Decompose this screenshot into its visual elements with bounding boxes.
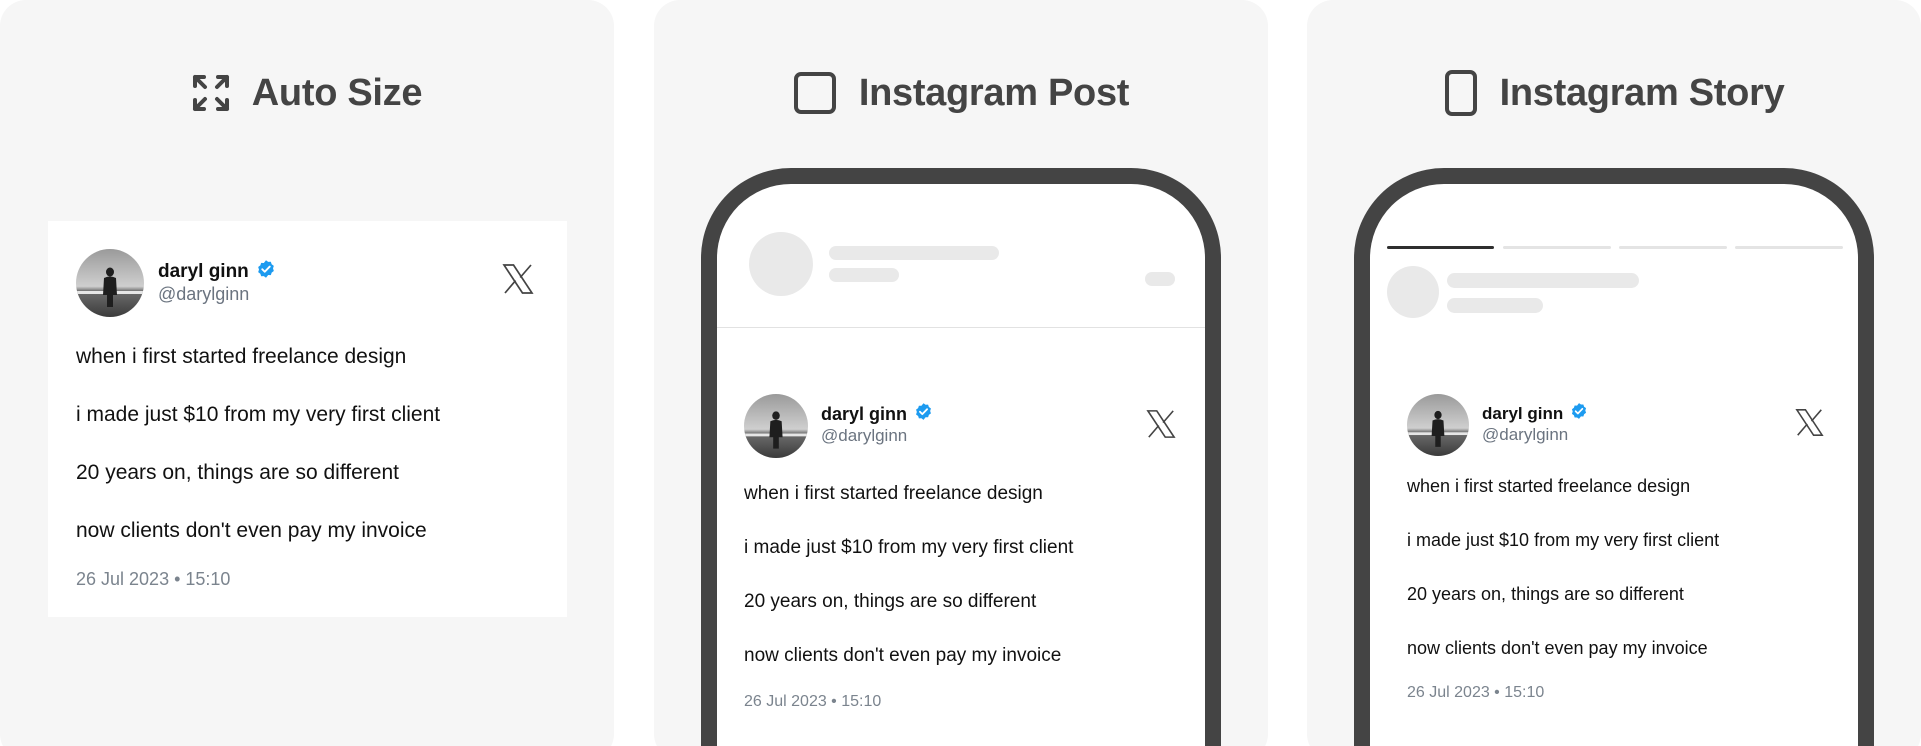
author-handle: @darylginn bbox=[1482, 425, 1569, 444]
phone-outline-icon bbox=[1444, 69, 1478, 117]
author-name: daryl ginn bbox=[821, 403, 908, 424]
tweet-line: i made just $10 from my very first clien… bbox=[1407, 530, 1720, 550]
tweet-line: 20 years on, things are so different bbox=[76, 461, 399, 484]
panel-title-instagram-post: Instagram Post bbox=[654, 66, 1268, 120]
panel-title-instagram-story: Instagram Story bbox=[1307, 66, 1921, 120]
verified-badge-icon bbox=[1570, 402, 1588, 425]
instagram-story-panel[interactable]: Instagram Story daryl ginn @darylginn wh… bbox=[1307, 0, 1921, 746]
tweet-timestamp: 26 Jul 2023 • 15:10 bbox=[1407, 684, 1545, 701]
tweet-line: 20 years on, things are so different bbox=[744, 591, 1037, 612]
tweet-line: when i first started freelance design bbox=[76, 345, 407, 368]
tweet-line: when i first started freelance design bbox=[744, 483, 1043, 504]
skeleton-avatar bbox=[749, 232, 813, 296]
story-progress-segment bbox=[1387, 246, 1494, 249]
skeleton-line bbox=[1447, 273, 1639, 288]
tweet-line: 20 years on, things are so different bbox=[1407, 584, 1684, 604]
tweet-line: now clients don't even pay my invoice bbox=[744, 645, 1062, 666]
panel-title-text: Instagram Post bbox=[858, 71, 1130, 114]
author-name-row: daryl ginn bbox=[821, 402, 933, 426]
verified-badge-icon bbox=[256, 259, 276, 285]
story-progress-segment bbox=[1735, 246, 1843, 249]
tweet-line: now clients don't even pay my invoice bbox=[1407, 638, 1708, 658]
panel-title-text: Instagram Story bbox=[1499, 71, 1785, 114]
post-header-divider bbox=[717, 327, 1205, 328]
x-logo-icon[interactable] bbox=[502, 263, 534, 295]
skeleton-line bbox=[829, 268, 899, 282]
panel-title-auto-size: Auto Size bbox=[0, 66, 614, 120]
story-progress-segment bbox=[1619, 246, 1727, 249]
x-logo-icon[interactable] bbox=[1795, 408, 1824, 437]
tweet-line: i made just $10 from my very first clien… bbox=[744, 537, 1074, 558]
square-outline-icon bbox=[793, 71, 837, 115]
panel-title-text: Auto Size bbox=[251, 71, 423, 114]
author-handle: @darylginn bbox=[158, 284, 250, 304]
avatar bbox=[1407, 394, 1469, 456]
tweet-timestamp: 26 Jul 2023 • 15:10 bbox=[76, 569, 231, 589]
skeleton-menu bbox=[1145, 272, 1175, 286]
tweet-card: daryl ginn @darylginn when i first start… bbox=[48, 221, 567, 617]
author-handle: @darylginn bbox=[821, 426, 908, 445]
avatar bbox=[744, 394, 808, 458]
phone-mockup: daryl ginn @darylginn when i first start… bbox=[701, 168, 1221, 746]
x-logo-icon[interactable] bbox=[1146, 409, 1176, 439]
instagram-post-panel[interactable]: Instagram Post daryl ginn @darylginn whe… bbox=[654, 0, 1268, 746]
story-progress-segment bbox=[1503, 246, 1611, 249]
author-name-row: daryl ginn bbox=[1482, 402, 1588, 425]
tweet-line: i made just $10 from my very first clien… bbox=[76, 403, 441, 426]
tweet-timestamp: 26 Jul 2023 • 15:10 bbox=[744, 693, 882, 710]
tweet-line: now clients don't even pay my invoice bbox=[76, 519, 427, 542]
auto-size-panel[interactable]: Auto Size daryl ginn @darylginn when i f… bbox=[0, 0, 614, 746]
skeleton-line bbox=[1447, 298, 1543, 313]
tweet-card: daryl ginn @darylginn when i first start… bbox=[1390, 394, 1850, 746]
author-name: daryl ginn bbox=[1482, 403, 1564, 423]
author-name-row: daryl ginn bbox=[158, 259, 276, 285]
expand-arrows-icon bbox=[192, 74, 230, 112]
tweet-line: when i first started freelance design bbox=[1407, 476, 1691, 496]
author-name: daryl ginn bbox=[158, 261, 249, 282]
skeleton-line bbox=[829, 246, 999, 260]
verified-badge-icon bbox=[914, 402, 933, 426]
tweet-card: daryl ginn @darylginn when i first start… bbox=[737, 394, 1197, 746]
phone-mockup: daryl ginn @darylginn when i first start… bbox=[1354, 168, 1874, 746]
avatar bbox=[76, 249, 144, 317]
skeleton-avatar bbox=[1387, 266, 1439, 318]
